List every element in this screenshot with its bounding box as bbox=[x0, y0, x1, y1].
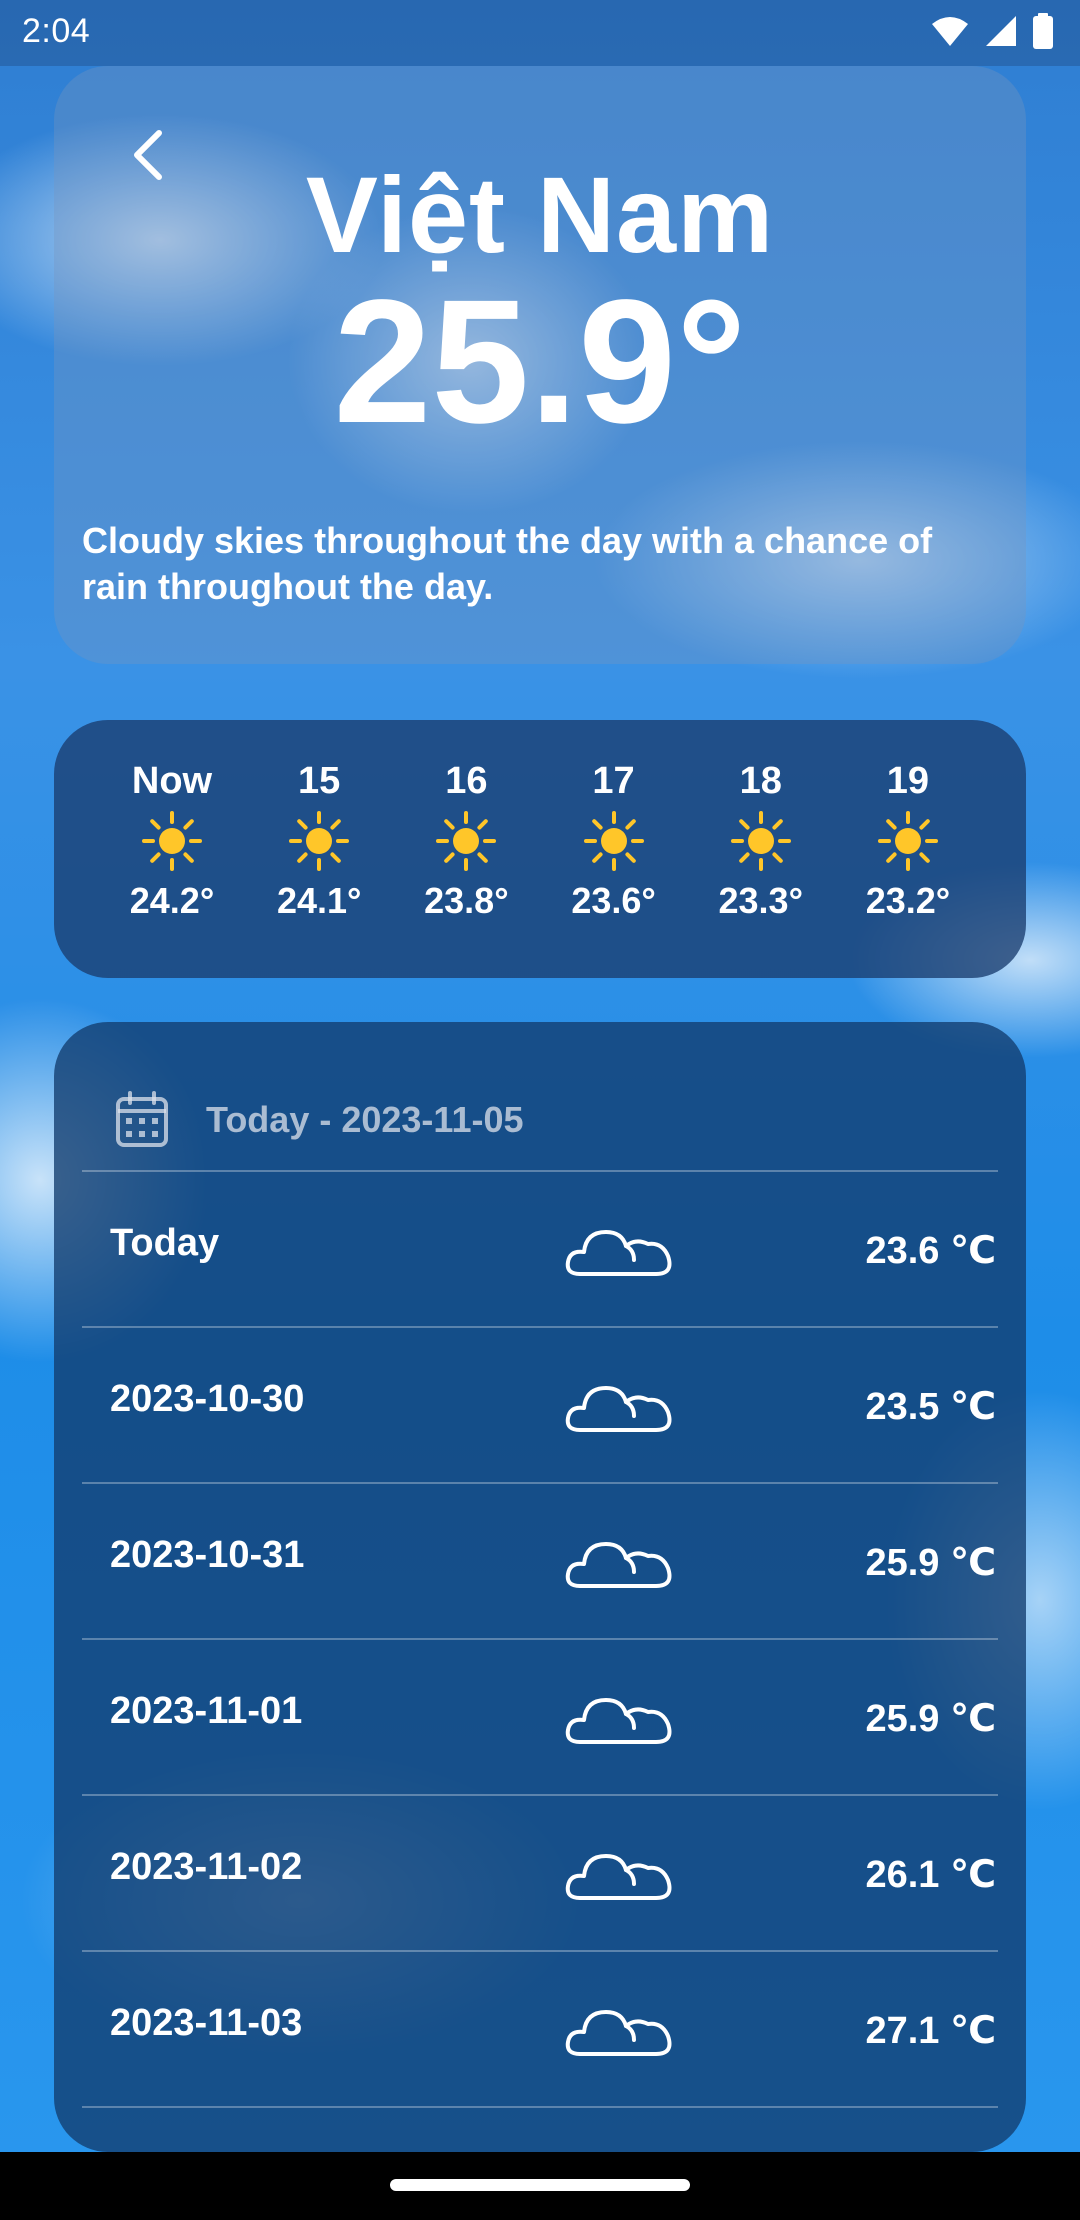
sun-icon bbox=[102, 806, 242, 876]
hourly-item: 15 24.1° bbox=[249, 756, 389, 926]
hour-label: 19 bbox=[886, 760, 930, 802]
cloud-icon bbox=[565, 1854, 672, 1900]
hourly-item: 16 23.8° bbox=[396, 756, 536, 926]
sun-icon bbox=[396, 806, 536, 876]
cloud-icon bbox=[565, 2010, 672, 2056]
daily-date: 2023-11-03 bbox=[110, 2002, 303, 2044]
status-icons bbox=[930, 12, 1054, 54]
daily-row[interactable]: 2023-10-31 25.9 ℃ bbox=[82, 1482, 998, 1638]
daily-row[interactable]: 2023-11-02 26.1 ℃ bbox=[82, 1794, 998, 1950]
hour-label: 15 bbox=[298, 760, 341, 802]
daily-forecast-card: Today - 2023-11-05 Today 23.6 ℃ 2023-10-… bbox=[54, 1022, 1026, 2152]
daily-row[interactable]: 2023-10-30 23.5 ℃ bbox=[82, 1326, 998, 1482]
hour-temperature: 24.1° bbox=[276, 880, 362, 921]
hour-label: Now bbox=[131, 760, 213, 802]
hour-label: 17 bbox=[592, 760, 635, 802]
hour-label: 18 bbox=[739, 760, 782, 802]
daily-temperature: 26.1 ℃ bbox=[865, 1854, 996, 1896]
status-bar: 2:04 bbox=[0, 0, 1080, 66]
calendar-icon bbox=[116, 1091, 168, 1147]
hourly-forecast-card: Now 24.2° 15 24.1° 16 23.8° 17 23.6° 18 … bbox=[54, 720, 1026, 978]
sun-icon bbox=[691, 806, 831, 876]
city-name: Việt Nam bbox=[305, 154, 775, 275]
daily-row[interactable]: 2023-11-01 25.9 ℃ bbox=[82, 1638, 998, 1794]
daily-date: 2023-10-31 bbox=[110, 1534, 305, 1576]
hour-temperature: 23.8° bbox=[424, 880, 509, 921]
home-gesture-handle[interactable] bbox=[390, 2179, 690, 2191]
sun-icon bbox=[249, 806, 389, 876]
daily-list: Today 23.6 ℃ 2023-10-30 23.5 ℃ 2023-10-3… bbox=[82, 1170, 998, 2108]
hour-label: 16 bbox=[445, 760, 488, 802]
daily-row[interactable]: Today 23.6 ℃ bbox=[82, 1170, 998, 1326]
cloud-icon bbox=[565, 1230, 672, 1276]
sun-icon bbox=[544, 806, 684, 876]
current-weather-card: Việt Nam 25.9° Cloudy skies throughout t… bbox=[54, 66, 1026, 664]
daily-temperature: 27.1 ℃ bbox=[865, 2010, 996, 2052]
hourly-item: 19 23.2° bbox=[838, 756, 978, 926]
sun-icon bbox=[838, 806, 978, 876]
hourly-list: Now 24.2° 15 24.1° 16 23.8° 17 23.6° 18 … bbox=[102, 756, 978, 926]
battery-icon bbox=[1032, 12, 1054, 54]
cloud-icon bbox=[565, 1542, 672, 1588]
daily-row[interactable]: 2023-11-03 27.1 ℃ bbox=[82, 1950, 998, 2108]
cloud-icon bbox=[565, 1386, 672, 1432]
weather-summary: Cloudy skies throughout the day with a c… bbox=[82, 520, 933, 607]
daily-temperature: 23.6 ℃ bbox=[865, 1230, 996, 1272]
daily-temperature: 23.5 ℃ bbox=[865, 1386, 996, 1428]
current-temperature: 25.9° bbox=[333, 264, 747, 460]
wifi-icon bbox=[930, 14, 970, 53]
hour-temperature: 24.2° bbox=[129, 880, 215, 921]
navigation-bar bbox=[0, 2152, 1080, 2220]
daily-date: 2023-10-30 bbox=[110, 1378, 305, 1420]
daily-date: Today bbox=[110, 1222, 220, 1264]
daily-temperature: 25.9 ℃ bbox=[865, 1698, 996, 1740]
hour-temperature: 23.3° bbox=[718, 880, 803, 921]
hourly-item: 17 23.6° bbox=[544, 756, 684, 926]
hourly-item: Now 24.2° bbox=[102, 756, 242, 926]
cloud-icon bbox=[565, 1698, 672, 1744]
hourly-item: 18 23.3° bbox=[691, 756, 831, 926]
daily-date: 2023-11-02 bbox=[110, 1846, 303, 1888]
daily-date: 2023-11-01 bbox=[110, 1690, 303, 1732]
daily-header-label: Today - 2023-11-05 bbox=[206, 1099, 524, 1140]
hour-temperature: 23.2° bbox=[865, 880, 951, 921]
daily-header: Today - 2023-11-05 bbox=[114, 1070, 524, 1170]
status-time: 2:04 bbox=[22, 12, 91, 50]
signal-icon bbox=[984, 14, 1018, 53]
daily-temperature: 25.9 ℃ bbox=[865, 1542, 996, 1584]
hour-temperature: 23.6° bbox=[571, 880, 656, 921]
